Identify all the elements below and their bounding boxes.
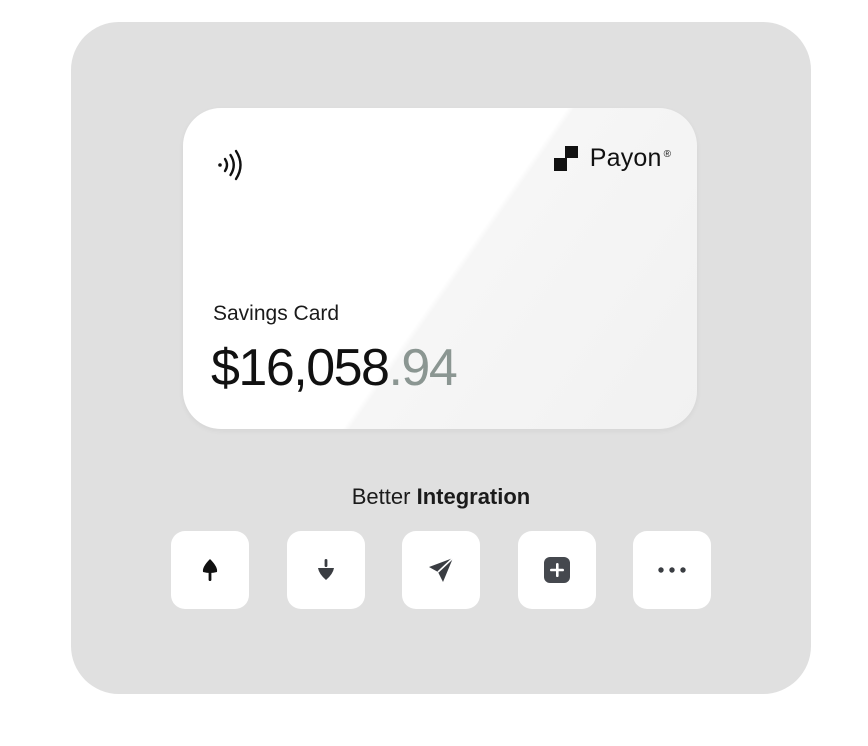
savings-card[interactable]: Payon ® Savings Card $16,058.94: [183, 108, 697, 429]
card-balance: $16,058.94: [211, 338, 458, 398]
section-title-bold: Integration: [416, 484, 531, 509]
contactless-icon: [217, 148, 247, 182]
arrow-up-icon: [199, 557, 221, 583]
send-icon: [426, 555, 456, 585]
arrow-down-icon: [315, 557, 337, 583]
brand-logo-group: Payon ®: [553, 144, 671, 173]
balance-main: $16,058: [211, 339, 390, 397]
more-icon: [657, 566, 687, 574]
action-buttons: [171, 531, 711, 609]
add-icon: [543, 556, 571, 584]
payon-logo-icon: [553, 145, 580, 172]
brand-name-wrapper: Payon ®: [590, 144, 671, 173]
balance-cents: .94: [388, 339, 457, 397]
send-button[interactable]: [402, 531, 480, 609]
arrow-down-button[interactable]: [286, 531, 365, 609]
section-title: Better Integration: [71, 484, 811, 510]
arrow-up-button[interactable]: [171, 531, 249, 609]
section-title-regular: Better: [351, 484, 411, 509]
card-label: Savings Card: [213, 302, 340, 325]
integration-panel: Payon ® Savings Card $16,058.94 Better In…: [71, 22, 811, 694]
add-button[interactable]: [517, 531, 596, 609]
brand-registered-mark: ®: [663, 149, 671, 160]
more-button[interactable]: [633, 531, 711, 609]
brand-name: Payon: [589, 144, 662, 172]
